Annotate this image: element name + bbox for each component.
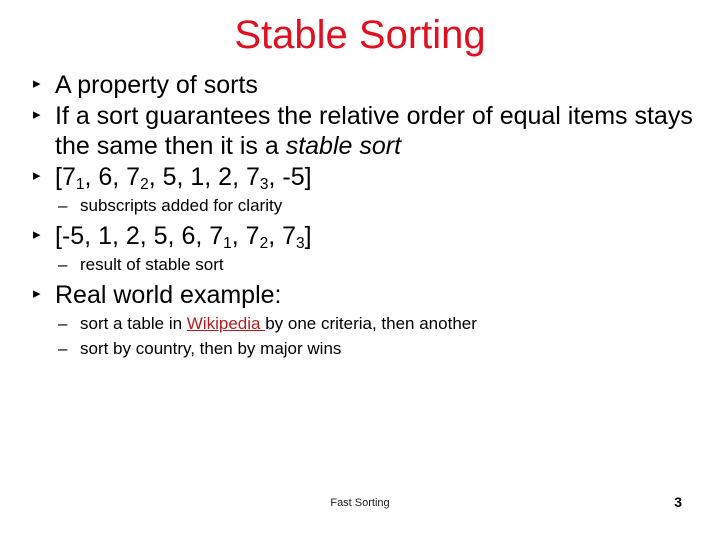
dash-icon: – xyxy=(58,339,68,358)
slide-footer: Fast Sorting xyxy=(330,497,390,509)
bullet-text-real-world: Real world example: xyxy=(55,281,282,309)
bullet-triangle-icon: ▸ xyxy=(33,226,41,243)
page-title: Stable Sorting xyxy=(234,13,486,57)
subbullet-text-country-sort: sort by country, then by major wins xyxy=(80,339,342,358)
bullet-item-input-array: ▸ [71, 6, 72, 5, 1, 2, 73, -5] xyxy=(30,162,706,192)
bullet-item-property: ▸ A property of sorts xyxy=(30,70,706,100)
bullet-triangle-icon: ▸ xyxy=(33,167,41,184)
array-input-mid-2: , 5, 1, 2, 7 xyxy=(148,163,260,191)
dash-icon: – xyxy=(58,196,68,215)
array-input-suffix: , -5] xyxy=(268,163,312,191)
bullet-item-output-array: ▸ [-5, 1, 2, 5, 6, 71, 72, 73] xyxy=(30,221,706,251)
subbullet-text-subscript-note: subscripts added for clarity xyxy=(80,196,283,215)
array-output-subscript-3: 3 xyxy=(296,234,305,252)
slide-body: ▸ A property of sorts ▸ If a sort guaran… xyxy=(30,70,706,363)
bullet-triangle-icon: ▸ xyxy=(33,106,41,123)
array-input-mid-1: , 6, 7 xyxy=(84,163,141,191)
page-number: 3 xyxy=(674,494,682,510)
bullet-text-property: A property of sorts xyxy=(55,71,258,99)
bullet-triangle-icon: ▸ xyxy=(33,75,41,92)
bullet-triangle-icon: ▸ xyxy=(33,285,41,302)
wikipedia-link[interactable]: Wikipedia xyxy=(187,314,265,333)
subbullet-text-wikipedia-before: sort a table in xyxy=(80,314,187,333)
array-output-suffix: ] xyxy=(304,222,312,250)
array-output-mid-2: , 7 xyxy=(268,222,296,250)
subbullet-item-subscript-note: – subscripts added for clarity xyxy=(30,195,706,217)
subbullet-text-wikipedia-after: by one criteria, then another xyxy=(265,314,477,333)
subbullet-item-country-sort: – sort by country, then by major wins xyxy=(30,338,706,360)
slide-canvas: Stable Sorting ▸ A property of sorts ▸ I… xyxy=(0,0,720,540)
array-input-prefix: [7 xyxy=(55,163,76,191)
subbullet-text-result-note: result of stable sort xyxy=(80,255,224,274)
array-input-subscript-2: 2 xyxy=(140,175,149,193)
subbullet-item-result-note: – result of stable sort xyxy=(30,254,706,276)
array-output-subscript-2: 2 xyxy=(259,234,269,252)
bullet-item-definition: ▸ If a sort guarantees the relative orde… xyxy=(30,101,706,161)
array-output-mid-1: , 7 xyxy=(231,222,260,250)
bullet-item-real-world: ▸ Real world example: xyxy=(30,280,706,310)
array-output-subscript-1: 1 xyxy=(223,234,232,252)
subbullet-item-wikipedia: – sort a table in Wikipedia by one crite… xyxy=(30,313,706,335)
dash-icon: – xyxy=(58,255,68,274)
array-output-prefix: [-5, 1, 2, 5, 6, 7 xyxy=(55,222,224,250)
bullet-text-definition-emphasis: stable sort xyxy=(285,132,402,160)
array-input-subscript-3: 3 xyxy=(259,175,269,193)
dash-icon: – xyxy=(58,314,68,333)
